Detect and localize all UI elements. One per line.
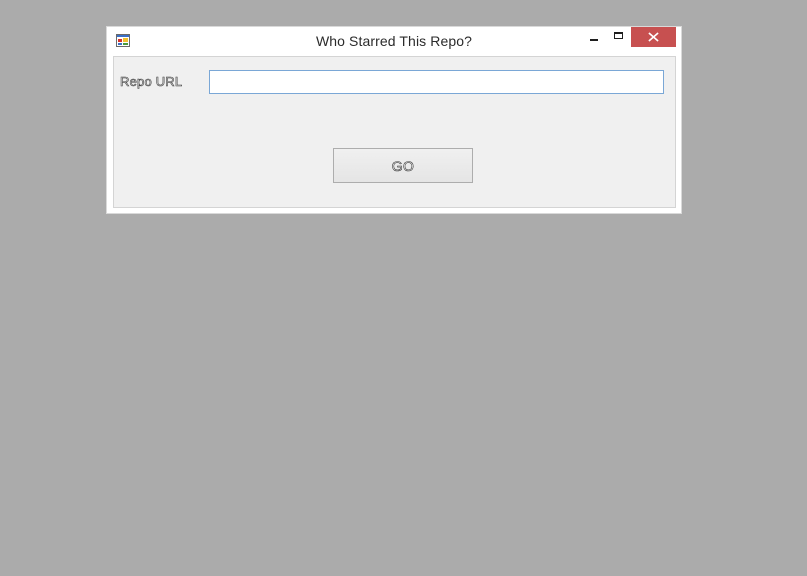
repo-url-label: Repo URL [120, 74, 183, 90]
minimize-icon [590, 39, 598, 41]
repo-url-input[interactable] [209, 70, 664, 94]
close-button[interactable] [631, 27, 676, 47]
maximize-icon [614, 32, 623, 39]
go-button[interactable]: GO [333, 148, 473, 183]
close-icon [648, 32, 659, 42]
maximize-button[interactable] [607, 27, 631, 47]
minimize-button[interactable] [583, 27, 607, 47]
main-window: Who Starred This Repo? Repo URL GO [106, 26, 682, 214]
form-client-area: Repo URL GO [113, 56, 676, 208]
title-bar[interactable]: Who Starred This Repo? [107, 27, 681, 56]
